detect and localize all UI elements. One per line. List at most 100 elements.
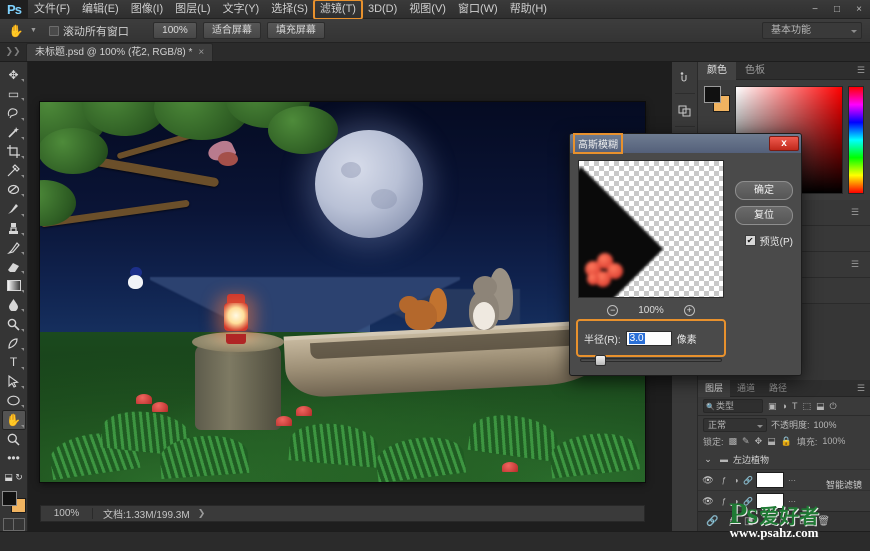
lock-all-icon[interactable]: 🔒 [781, 436, 792, 447]
tab-color[interactable]: 颜色 [698, 62, 736, 80]
panel-menu-icon[interactable]: ☰ [857, 65, 865, 76]
adjustments-icon[interactable] [674, 99, 696, 121]
magic-wand-tool[interactable] [2, 123, 26, 142]
layer-style-icon[interactable]: ƒ [728, 516, 734, 527]
blur-preview[interactable] [578, 160, 724, 298]
panel-menu-icon-3[interactable]: ☰ [851, 259, 859, 270]
ellipse-shape-tool[interactable] [2, 391, 26, 410]
color-swatches[interactable] [2, 491, 26, 513]
fit-screen-button[interactable]: 适合屏幕 [203, 22, 261, 39]
filter-adjustment-icon[interactable]: ◑ [782, 401, 787, 411]
fx-icon[interactable]: ƒ [718, 497, 730, 506]
marquee-tool[interactable]: ▭ [2, 84, 26, 103]
menu-filter[interactable]: 滤镜(T) [314, 0, 362, 19]
dialog-close-button[interactable]: x [769, 136, 799, 151]
lock-transparent-icon[interactable]: ▩ [729, 436, 738, 447]
preview-checkbox[interactable]: ✔ 预览(P) [745, 233, 793, 248]
clone-stamp-tool[interactable] [2, 219, 26, 238]
foreground-color-swatch[interactable] [2, 491, 17, 506]
filter-pixel-icon[interactable]: ▣ [768, 401, 777, 412]
type-tool[interactable]: T [2, 353, 26, 372]
crop-tool[interactable] [2, 142, 26, 161]
menu-type[interactable]: 文字(Y) [217, 0, 266, 19]
menu-file[interactable]: 文件(F) [28, 0, 76, 19]
new-group-icon[interactable]: ▭ [780, 516, 789, 527]
delete-layer-icon[interactable]: 🗑 [817, 516, 830, 527]
gradient-tool[interactable] [2, 276, 26, 295]
path-selection-tool[interactable] [2, 372, 26, 391]
history-brush-tool[interactable] [2, 238, 26, 257]
tab-swatches[interactable]: 色板 [736, 62, 774, 80]
link-layers-icon[interactable]: 🔗 [706, 516, 718, 527]
layer-thumbnail[interactable] [756, 472, 784, 488]
gaussian-blur-dialog[interactable]: 高斯模糊 x − 100% + 半径(R): 3.0 像素 [569, 133, 802, 376]
radius-slider[interactable] [580, 358, 722, 362]
reset-button[interactable]: 复位 [735, 206, 793, 225]
lasso-tool[interactable] [2, 103, 26, 122]
lock-image-icon[interactable]: ✎ [742, 436, 750, 447]
healing-brush-tool[interactable] [2, 180, 26, 199]
layer-group-row[interactable]: ⌄ ▬ 左边植物 [698, 449, 870, 470]
menu-view[interactable]: 视图(V) [403, 0, 452, 19]
menu-help[interactable]: 帮助(H) [504, 0, 553, 19]
tab-paths[interactable]: 路径 [762, 380, 794, 397]
menu-window[interactable]: 窗口(W) [452, 0, 504, 19]
chevron-right-icon[interactable]: ❯ [198, 508, 206, 519]
filter-shape-icon[interactable]: ⬚ [802, 401, 811, 412]
hue-strip[interactable] [848, 86, 864, 194]
color-panel-foreground[interactable] [704, 86, 721, 103]
eyedropper-tool[interactable] [2, 161, 26, 180]
close-button[interactable]: × [848, 0, 870, 19]
fill-value[interactable]: 100% [822, 436, 845, 446]
hand-tool[interactable]: ✋ [2, 410, 26, 429]
workspace-selector[interactable]: 基本功能 [762, 22, 862, 39]
default-colors-icon[interactable]: ⬓ ↻ [2, 468, 26, 487]
add-mask-icon[interactable]: ◨ [744, 516, 753, 527]
zoom-in-button[interactable]: + [684, 305, 695, 316]
layer-group-name[interactable]: 左边植物 [730, 453, 769, 466]
link-icon[interactable]: 🔗 [742, 476, 754, 485]
new-adjustment-icon[interactable]: ◑ [763, 516, 769, 527]
menu-layer[interactable]: 图层(L) [169, 0, 216, 19]
menu-select[interactable]: 选择(S) [265, 0, 314, 19]
fx-icon[interactable]: ƒ [718, 476, 730, 485]
menu-3d[interactable]: 3D(D) [362, 0, 403, 19]
brush-tool[interactable] [2, 199, 26, 218]
filter-smart-icon[interactable]: ⬓ [816, 401, 825, 412]
quick-mask-icon[interactable] [3, 518, 25, 531]
layer-filter-select[interactable]: 类型 [703, 399, 763, 413]
radius-input[interactable]: 3.0 [626, 331, 672, 346]
filter-toggle-icon[interactable]: ⏻ [829, 401, 836, 412]
document-tab[interactable]: 未标题.psd @ 100% (花2, RGB/8) * × [26, 43, 213, 61]
eraser-tool[interactable] [2, 257, 26, 276]
layer-thumbnail[interactable] [756, 493, 784, 509]
move-tool[interactable]: ✥ [2, 65, 26, 84]
table-row[interactable]: 👁 ƒ ◑ 🔗 ··· [698, 491, 870, 512]
ok-button[interactable]: 确定 [735, 181, 793, 200]
dodge-tool[interactable] [2, 314, 26, 333]
zoom-tool[interactable] [2, 430, 26, 449]
history-icon[interactable] [674, 66, 696, 88]
eye-icon[interactable]: 👁 [698, 496, 718, 507]
eye-icon[interactable]: 👁 [698, 475, 718, 486]
artboard-image[interactable] [40, 102, 645, 482]
lock-position-icon[interactable]: ✥ [755, 436, 763, 447]
pen-tool[interactable] [2, 334, 26, 353]
scroll-all-windows-checkbox[interactable]: 滚动所有窗口 [49, 23, 129, 39]
more-tools-icon[interactable]: ••• [2, 449, 26, 468]
lock-nesting-icon[interactable]: ⬓ [767, 436, 776, 447]
adjustment-icon[interactable]: ◑ [730, 476, 742, 485]
hand-tool-icon[interactable]: ✋ [6, 22, 26, 40]
new-layer-icon[interactable]: ⊞ [799, 516, 807, 527]
opacity-value[interactable]: 100% [814, 420, 837, 430]
fill-screen-button[interactable]: 填充屏幕 [267, 22, 325, 39]
minimize-button[interactable]: − [804, 0, 826, 19]
filter-type-icon[interactable]: T [792, 401, 798, 411]
link-icon[interactable]: 🔗 [742, 497, 754, 506]
zoom-level-button[interactable]: 100% [153, 22, 197, 39]
menu-image[interactable]: 图像(I) [125, 0, 169, 19]
layers-panel-menu-icon[interactable]: ☰ [857, 383, 865, 394]
tab-channels[interactable]: 通道 [730, 380, 762, 397]
blend-mode-select[interactable]: 正常 [703, 418, 767, 432]
close-icon[interactable]: × [198, 44, 204, 62]
